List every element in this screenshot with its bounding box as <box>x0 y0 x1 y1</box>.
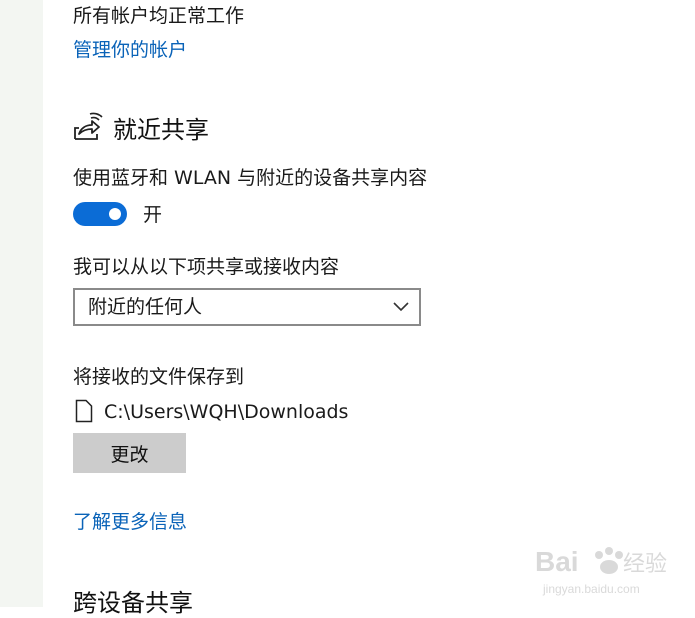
learn-more-link[interactable]: 了解更多信息 <box>73 509 187 535</box>
nearby-sharing-description: 使用蓝牙和 WLAN 与附近的设备共享内容 <box>73 165 427 191</box>
folder-icon <box>75 399 93 423</box>
share-icon <box>73 112 103 142</box>
chevron-down-icon <box>393 300 409 312</box>
manage-accounts-link[interactable]: 管理你的帐户 <box>73 37 187 63</box>
change-button[interactable]: 更改 <box>73 433 186 473</box>
cross-device-title: 跨设备共享 <box>73 588 193 618</box>
baidu-logo-watermark: Bai 经验 jingyan.baidu.com <box>535 533 675 601</box>
save-path: C:\Users\WQH\Downloads <box>104 399 348 425</box>
settings-content: 所有帐户均正常工作 管理你的帐户 就近共享 使用蓝牙和 WLAN 与附近的设备共… <box>73 0 673 607</box>
svg-text:Bai: Bai <box>535 546 579 577</box>
svg-text:经验: 经验 <box>623 552 667 577</box>
left-nav-pane <box>0 0 43 607</box>
toggle-knob <box>109 208 121 220</box>
share-from-label: 我可以从以下项共享或接收内容 <box>73 254 339 280</box>
svg-text:jingyan.baidu.com: jingyan.baidu.com <box>542 582 640 596</box>
nearby-sharing-toggle[interactable] <box>73 202 127 226</box>
baidu-watermark: Bai 经验 jingyan.baidu.com <box>535 533 675 601</box>
share-from-value: 附近的任何人 <box>88 294 202 320</box>
save-to-label: 将接收的文件保存到 <box>73 364 244 390</box>
accounts-status-text: 所有帐户均正常工作 <box>73 3 244 29</box>
toggle-state-label: 开 <box>143 202 162 228</box>
nearby-sharing-title: 就近共享 <box>113 115 209 145</box>
share-from-dropdown[interactable]: 附近的任何人 <box>73 288 421 326</box>
